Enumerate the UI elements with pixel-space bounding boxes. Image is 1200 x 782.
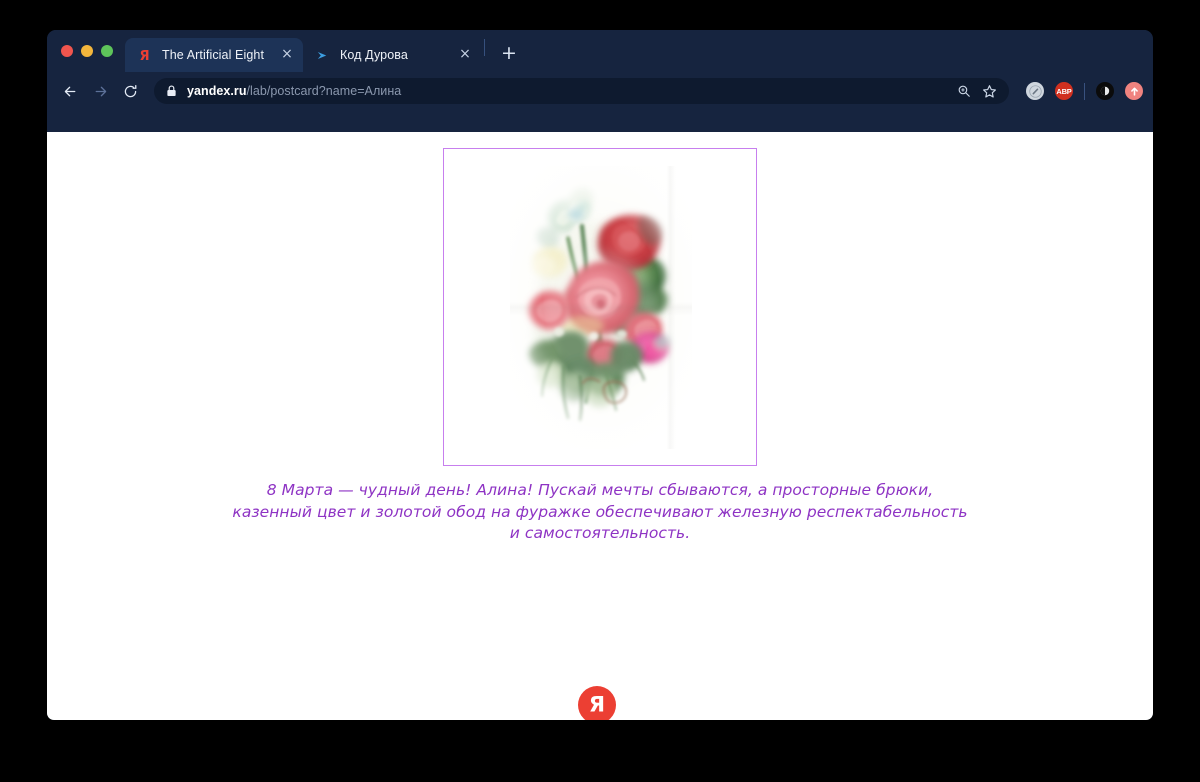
back-button[interactable]: [56, 77, 84, 105]
lock-icon: [166, 85, 178, 97]
tab-the-artificial-eight[interactable]: Я The Artificial Eight ×: [125, 38, 303, 72]
svg-text:Я: Я: [139, 49, 149, 63]
tab-strip: Я The Artificial Eight × Код Дурова × +: [47, 30, 1153, 72]
zoom-icon[interactable]: [957, 84, 971, 98]
extensions-bar: ABP: [1017, 82, 1143, 100]
tab-kod-durova[interactable]: Код Дурова ×: [303, 38, 481, 72]
dark-reader-extension-icon[interactable]: [1096, 82, 1114, 100]
extensions-divider: [1084, 82, 1085, 100]
postcard-image: [510, 166, 692, 449]
reload-button[interactable]: [116, 77, 144, 105]
tab-close-button[interactable]: ×: [457, 47, 473, 63]
tab-title: The Artificial Eight: [162, 48, 265, 62]
tab-title: Код Дурова: [340, 48, 408, 62]
watercolor-bouquet-illustration: [510, 166, 692, 449]
tab-close-button[interactable]: ×: [279, 47, 295, 63]
url-path: /lab/postcard?name=Алина: [246, 84, 402, 98]
zoom-window-button[interactable]: [101, 45, 113, 57]
compass-extension-icon[interactable]: [1026, 82, 1044, 100]
url-text: yandex.ru/lab/postcard?name=Алина: [187, 84, 949, 98]
page-content: 8 Марта — чудный день! Алина! Пускай меч…: [47, 132, 1153, 720]
yandex-logo[interactable]: Я: [578, 686, 616, 720]
omnibox-actions: [957, 84, 1003, 99]
minimize-window-button[interactable]: [81, 45, 93, 57]
window-controls: [54, 30, 125, 72]
yandex-logo-glyph: Я: [588, 692, 606, 716]
bookmark-star-icon[interactable]: [982, 84, 997, 99]
tab-divider: [484, 38, 485, 56]
telegram-icon: [314, 47, 330, 63]
browser-toolbar: yandex.ru/lab/postcard?name=Алина ABP: [47, 72, 1153, 110]
close-window-button[interactable]: [61, 45, 73, 57]
greeting-text: 8 Марта — чудный день! Алина! Пускай меч…: [232, 481, 968, 542]
new-tab-button[interactable]: +: [494, 39, 524, 69]
browser-window: Я The Artificial Eight × Код Дурова × +: [47, 30, 1153, 720]
adblock-plus-label: ABP: [1056, 86, 1072, 96]
adblock-plus-extension-icon[interactable]: ABP: [1055, 82, 1073, 100]
url-host: yandex.ru: [187, 84, 247, 98]
postcard-frame: [443, 148, 757, 466]
forward-button[interactable]: [86, 77, 114, 105]
yandex-icon: Я: [136, 47, 152, 63]
screen: Я The Artificial Eight × Код Дурова × +: [0, 0, 1200, 782]
upload-extension-icon[interactable]: [1125, 82, 1143, 100]
address-bar[interactable]: yandex.ru/lab/postcard?name=Алина: [154, 78, 1009, 104]
